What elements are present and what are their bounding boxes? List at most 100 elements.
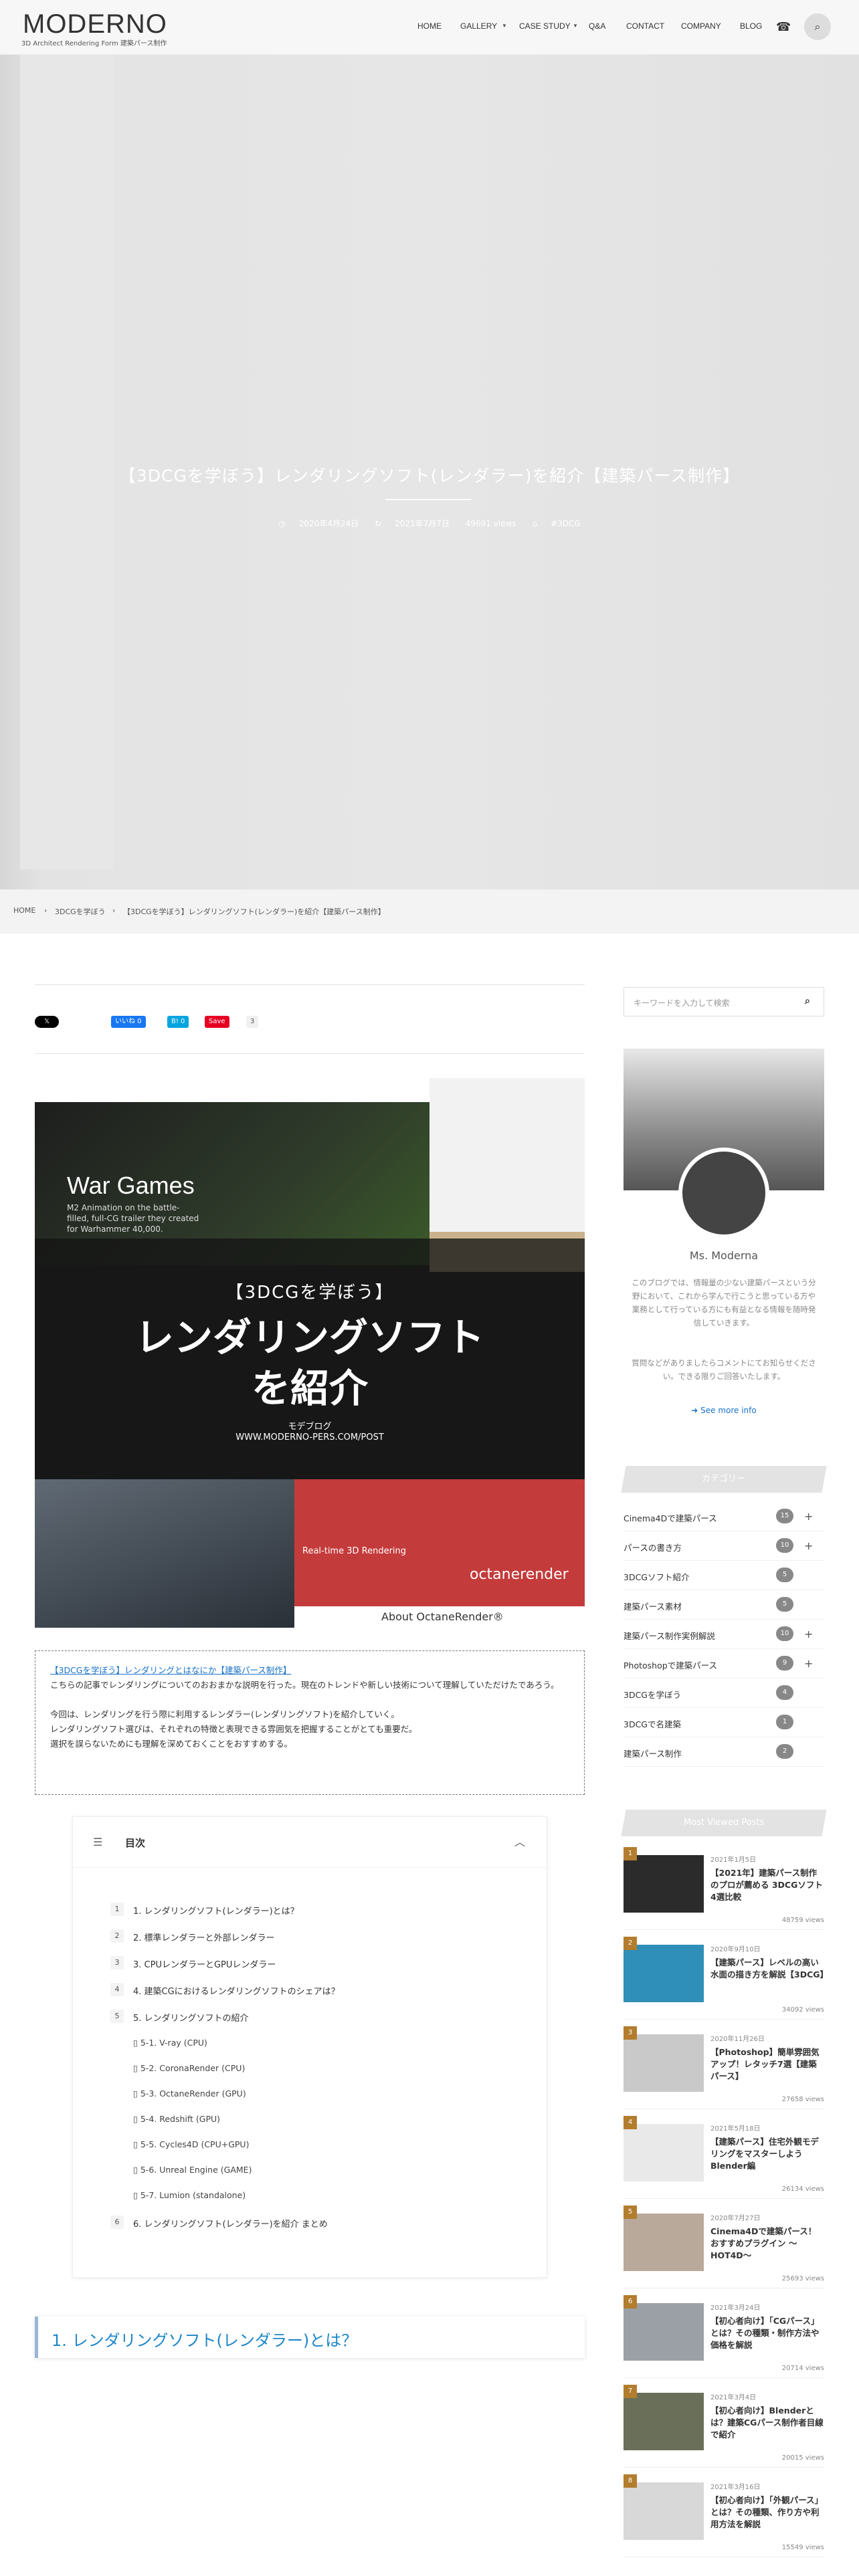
category-item[interactable]: 3DCGソフト紹介 5 xyxy=(624,1561,824,1590)
nav-contact[interactable]: CONTACT xyxy=(626,21,664,31)
phone-icon[interactable]: ☎ xyxy=(776,20,791,34)
post-views: 20015 views xyxy=(781,2454,824,2462)
intro-text: レンダリングソフト選びは、それぞれの特徴と表現できる雰囲気を把握することがとても… xyxy=(50,1724,417,1734)
hero-background xyxy=(20,55,114,869)
post-thumbnail[interactable] xyxy=(624,2124,704,2181)
category-item[interactable]: 3DCGで名建築 1 xyxy=(624,1708,824,1737)
toc-item[interactable]: 3. CPUレンダラーとGPUレンダラー xyxy=(133,1957,276,1970)
bullet-icon: ▯ xyxy=(133,2038,140,2048)
bullet-icon: ▯ xyxy=(133,2190,140,2200)
category-item[interactable]: 3DCGを学ぼう 4 xyxy=(624,1679,824,1708)
arrow-right-icon: ➜ xyxy=(691,1406,701,1415)
intro-text: 今回は、レンダリングを行う際に利用するレンダラー(レンダリングソフト)を紹介して… xyxy=(50,1709,399,1719)
post-tag[interactable]: #3DCG xyxy=(551,519,581,528)
category-item[interactable]: 建築パース制作 2 xyxy=(624,1737,824,1767)
post-date: 2020年9月10日 xyxy=(710,1946,761,1953)
post-title[interactable]: 【初心者向け】Blenderとは？建築CGパース制作者目線で紹介 xyxy=(710,2405,824,2441)
hatena-bookmark-button[interactable]: B! 0 xyxy=(167,1016,189,1028)
screenshot-heading: War Games xyxy=(67,1172,195,1199)
popular-post[interactable]: 7 2021年3月4日 【初心者向け】Blenderとは？建築CGパース制作者目線で… xyxy=(624,2385,824,2468)
toc-item[interactable]: 2. 標準レンダラーと外部レンダラー xyxy=(133,1931,275,1943)
x-share-button[interactable]: 𝕏 xyxy=(35,1016,60,1028)
nav-company[interactable]: COMPANY xyxy=(681,21,721,31)
facebook-like-button[interactable]: いいね 0 xyxy=(111,1016,146,1028)
intro-text: 選択を誤らないためにも理解を深めておくことをおすすめする。 xyxy=(50,1739,293,1749)
plus-icon[interactable]: + xyxy=(804,1657,818,1671)
popular-post[interactable]: 3 2020年11月26日 【Photoshop】簡単雰囲気アップ！レタッチ7選【建… xyxy=(624,2026,824,2109)
nav-qa[interactable]: Q&A xyxy=(589,21,605,31)
pinterest-save-button[interactable]: Save xyxy=(205,1016,229,1028)
chevron-up-icon[interactable]: ︿ xyxy=(514,1833,525,1849)
category-item[interactable]: 建築パース素材 5 xyxy=(624,1590,824,1620)
popular-post[interactable]: 4 2021年5月18日 【建築パース】住宅外観モデリングをマスターしよう Blen… xyxy=(624,2116,824,2199)
post-thumbnail[interactable] xyxy=(624,1945,704,2002)
popular-post[interactable]: 2 2020年9月10日 【建築パース】レベルの高い水面の描き方を解説【3DCG】 3… xyxy=(624,1937,828,2020)
post-title[interactable]: 【建築パース】レベルの高い水面の描き方を解説【3DCG】 xyxy=(710,1957,828,1981)
toc-number: 2 xyxy=(110,1929,124,1943)
category-count: 10 xyxy=(776,1538,793,1553)
toc-subitem[interactable]: ▯ 5-7. Lumion (standalone) xyxy=(133,2190,246,2200)
post-title[interactable]: 【初心者向け】「外観パース」とは？その種類、作り方や利用方法を解説 xyxy=(710,2494,824,2531)
search-icon[interactable]: ⌕ xyxy=(805,996,810,1006)
popular-post[interactable]: 5 2020年7月27日 Cinema4Dで建築パース！おすすめプラグイン 〜HOT… xyxy=(624,2206,824,2288)
search-icon[interactable]: ⌕ xyxy=(804,13,831,40)
eyecatch-kicker: 【3DCGを学ぼう】 xyxy=(225,1283,394,1303)
nav-gallery[interactable]: GALLERY xyxy=(460,21,497,31)
see-more-link[interactable]: ➜ See more info xyxy=(624,1406,824,1415)
category-item[interactable]: パースの書き方 10 + xyxy=(624,1531,824,1561)
profile-name: Ms. Moderna xyxy=(689,1249,759,1262)
nav-home[interactable]: HOME xyxy=(417,21,442,31)
plus-icon[interactable]: + xyxy=(804,1539,818,1553)
breadcrumb-home[interactable]: HOME xyxy=(13,906,35,915)
profile-widget: Ms. Moderna このブログでは、情報量の少ない建築パースという分野におい… xyxy=(624,1049,824,1402)
post-title[interactable]: Cinema4Dで建築パース！おすすめプラグイン 〜HOT4D〜 xyxy=(710,2226,824,2262)
redshift-screenshot: War Games M2 Animation on the battle-fil… xyxy=(35,1078,430,1265)
toc-header[interactable]: ☰ 目次 ︿ xyxy=(73,1817,547,1868)
breadcrumb: HOME › 3DCGを学ぼう › 【3DCGを学ぼう】レンダリングソフト(レン… xyxy=(0,889,859,934)
share-bar: 𝕏 いいね 0 B! 0 Save 3 xyxy=(35,984,585,1054)
chevron-right-icon: › xyxy=(112,906,116,915)
popular-post[interactable]: 1 2021年1月5日 【2021年】建築パース制作のプロが薦める 3DCGソフト4… xyxy=(624,1847,824,1930)
post-thumbnail[interactable] xyxy=(624,2303,704,2361)
toc-subitem[interactable]: ▯ 5-2. CoronaRender (CPU) xyxy=(133,2063,245,2073)
related-post-link[interactable]: 【3DCGを学ぼう】レンダリングとはなにか【建築パース制作】 xyxy=(50,1665,291,1675)
toc-item[interactable]: 6. レンダリングソフト(レンダラー)を紹介 まとめ xyxy=(133,2217,328,2230)
post-title[interactable]: 【Photoshop】簡単雰囲気アップ！レタッチ7選【建築パース】 xyxy=(710,2046,824,2082)
post-thumbnail[interactable] xyxy=(624,2482,704,2540)
post-title[interactable]: 【初心者向け】「CGパース」とは？その種類・制作方法や価格を解説 xyxy=(710,2315,824,2351)
post-meta: ◷ 2020年4月24日 ↻ 2021年7月7日 49691 views ⌂ #3DC… xyxy=(0,518,859,529)
chevron-down-icon: ▼ xyxy=(573,23,578,29)
rank-badge: 7 xyxy=(624,2385,637,2398)
post-thumbnail[interactable] xyxy=(624,1855,704,1913)
nav-case-study[interactable]: CASE STUDY xyxy=(519,21,571,31)
category-count: 15 xyxy=(776,1509,793,1523)
popular-post[interactable]: 6 2021年3月24日 【初心者向け】「CGパース」とは？その種類・制作方法や価格… xyxy=(624,2295,824,2378)
toc-subitem[interactable]: ▯ 5-4. Redshift (GPU) xyxy=(133,2114,220,2124)
post-title[interactable]: 【2021年】建築パース制作のプロが薦める 3DCGソフト4選比較 xyxy=(710,1867,824,1903)
post-thumbnail[interactable] xyxy=(624,2034,704,2092)
toc-subitem[interactable]: ▯ 5-3. OctaneRender (GPU) xyxy=(133,2088,246,2099)
category-item[interactable]: Cinema4Dで建築パース 15 + xyxy=(624,1502,824,1531)
unreal-screenshot xyxy=(35,1479,294,1628)
toc-subitem[interactable]: ▯ 5-6. Unreal Engine (GAME) xyxy=(133,2165,252,2175)
sidebar-search-input[interactable]: キーワードを入力して検索 ⌕ xyxy=(624,987,824,1016)
post-thumbnail[interactable] xyxy=(624,2214,704,2271)
category-label: 3DCGソフト紹介 xyxy=(624,1572,690,1582)
toc-item[interactable]: 4. 建築CGにおけるレンダリングソフトのシェアは？ xyxy=(133,1984,340,1997)
toc-subitem[interactable]: ▯ 5-5. Cycles4D (CPU+GPU) xyxy=(133,2139,249,2149)
plus-icon[interactable]: + xyxy=(804,1628,818,1641)
toc-item[interactable]: 5. レンダリングソフトの紹介 xyxy=(133,2011,249,2024)
toc-subitem[interactable]: ▯ 5-1. V-ray (CPU) xyxy=(133,2038,207,2048)
toc-item[interactable]: 1. レンダリングソフト(レンダラー)とは？ xyxy=(133,1904,299,1917)
post-thumbnail[interactable] xyxy=(624,2393,704,2450)
post-date: 2020年11月26日 xyxy=(710,2036,765,2043)
nav-blog[interactable]: BLOG xyxy=(740,21,762,31)
category-count: 5 xyxy=(776,1597,793,1612)
breadcrumb-category[interactable]: 3DCGを学ぼう xyxy=(55,906,106,917)
plus-icon[interactable]: + xyxy=(804,1510,818,1523)
category-item[interactable]: 建築パース制作実例解説 10 + xyxy=(624,1620,824,1649)
post-title[interactable]: 【建築パース】住宅外観モデリングをマスターしよう Blender編 xyxy=(710,2136,824,2172)
profile-description: このブログでは、情報量の少ない建築パースという分野において、これから学んで行こう… xyxy=(632,1278,816,1327)
popular-post[interactable]: 8 2021年3月16日 【初心者向け】「外観パース」とは？その種類、作り方や利用方… xyxy=(624,2474,824,2557)
category-item[interactable]: Photoshopで建築パース 9 + xyxy=(624,1649,824,1679)
